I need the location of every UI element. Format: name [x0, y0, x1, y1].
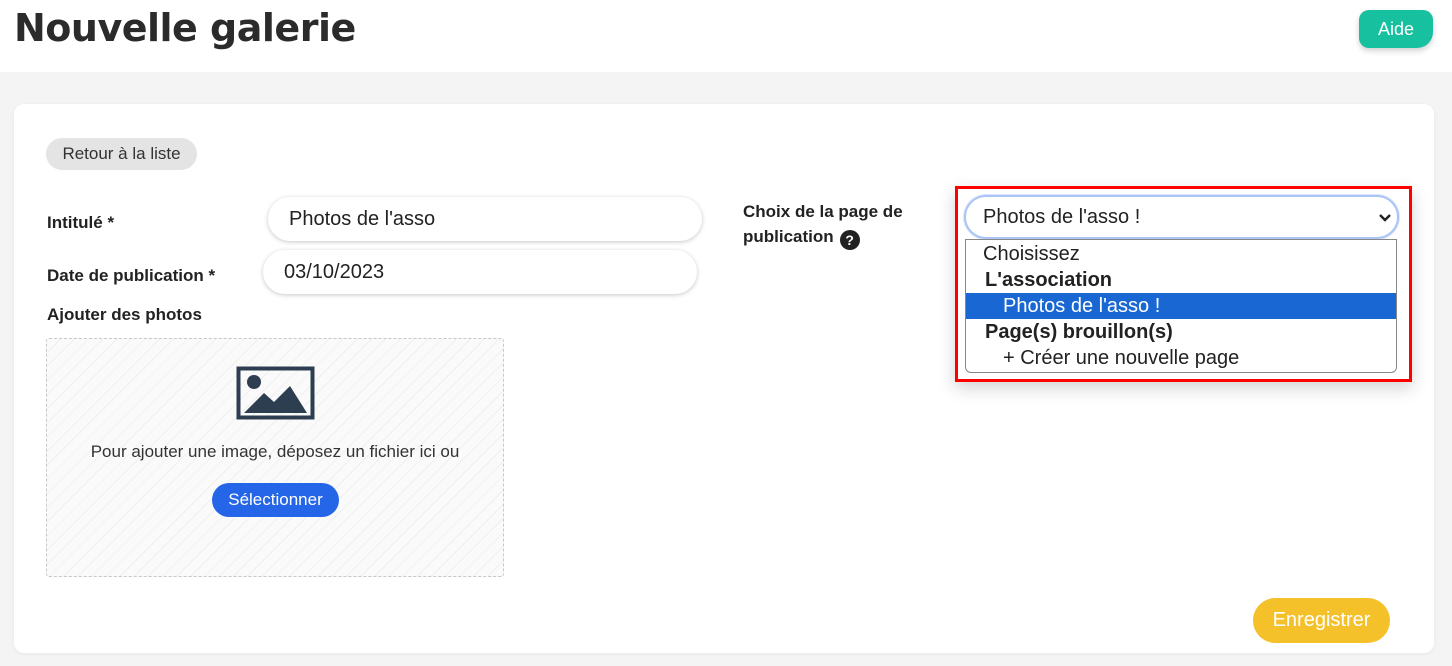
question-circle-icon[interactable]: ?	[839, 230, 860, 250]
publication-page-options: Choisissez L'association Photos de l'ass…	[965, 239, 1397, 373]
page-choice-label-line1: Choix de la page de	[743, 202, 903, 221]
image-icon	[236, 366, 315, 420]
select-files-button[interactable]: Sélectionner	[212, 483, 339, 517]
chevron-down-icon[interactable]	[1377, 207, 1393, 227]
title-label: Intitulé *	[47, 213, 115, 232]
title-input[interactable]	[268, 197, 702, 241]
publication-date-label: Date de publication *	[47, 266, 216, 285]
save-button[interactable]: Enregistrer	[1253, 598, 1390, 643]
optgroup-association: L'association	[985, 269, 1113, 291]
publication-date-input[interactable]	[263, 250, 697, 294]
option-photos-asso[interactable]: Photos de l'asso !	[966, 293, 1396, 319]
optgroup-draft-pages: Page(s) brouillon(s)	[985, 321, 1173, 343]
back-to-list-button[interactable]: Retour à la liste	[46, 138, 197, 170]
page-title: Nouvelle galerie	[14, 6, 356, 50]
add-photos-label: Ajouter des photos	[47, 305, 202, 324]
page-choice-label: Choix de la page de publication?	[743, 199, 903, 250]
publication-page-select[interactable]: Photos de l'asso !	[964, 195, 1399, 239]
page-choice-label-line2: publication	[743, 227, 834, 246]
help-button[interactable]: Aide	[1359, 10, 1433, 48]
option-choisissez[interactable]: Choisissez	[966, 241, 1396, 267]
option-create-new-page[interactable]: + Créer une nouvelle page	[966, 345, 1396, 371]
dropzone-text: Pour ajouter une image, déposez un fichi…	[90, 442, 460, 461]
